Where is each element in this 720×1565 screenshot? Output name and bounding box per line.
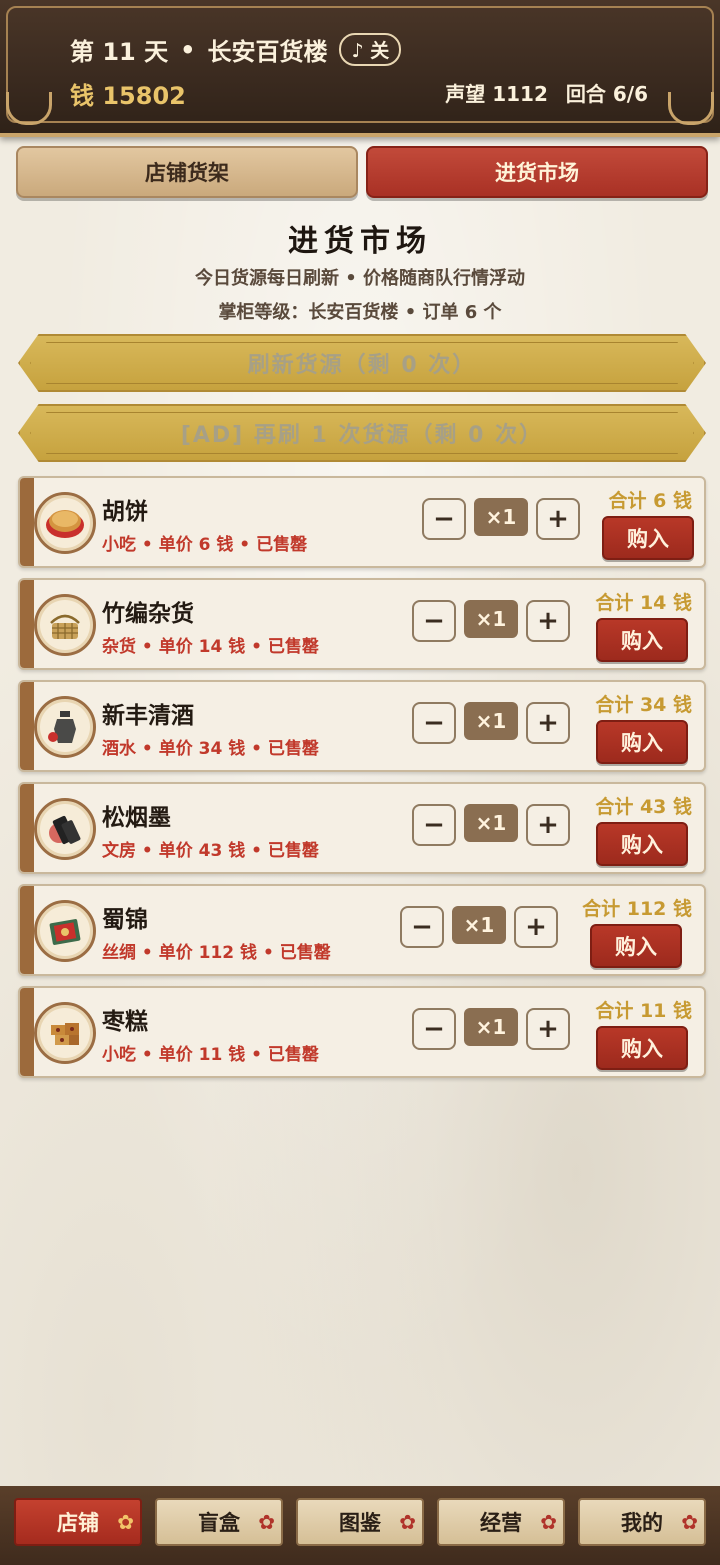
knot-icon: ✿: [117, 1510, 134, 1534]
button-inner-border: [30, 342, 694, 384]
item-meta: 小吃 • 单价 6 钱 • 已售罄: [102, 535, 308, 555]
quantity-stepper: − ×1 +: [412, 600, 570, 642]
button-inner-border: [30, 412, 694, 454]
item-total: 合计 11 钱: [595, 1000, 692, 1022]
increase-button[interactable]: +: [514, 906, 558, 948]
reputation-display: 声望 1112: [445, 82, 548, 106]
list-item: 蜀锦 丝绸 • 单价 112 钱 • 已售罄 − ×1 + 合计 112 钱 购…: [18, 884, 706, 976]
round-display: 回合 6/6: [565, 82, 648, 106]
quantity-value: ×1: [464, 1008, 518, 1046]
brocade-icon: [34, 900, 96, 962]
quantity-stepper: − ×1 +: [412, 804, 570, 846]
decrease-button[interactable]: −: [412, 1008, 456, 1050]
buy-button[interactable]: 购入: [596, 618, 688, 662]
market-subtitle-level: 掌柜等级：长安百货楼 • 订单 6 个: [218, 302, 502, 323]
buy-button[interactable]: 购入: [602, 516, 694, 560]
quantity-stepper: − ×1 +: [422, 498, 580, 540]
item-meta: 丝绸 • 单价 112 钱 • 已售罄: [102, 943, 331, 963]
nav-blind-box[interactable]: 盲盒 ✿: [155, 1498, 283, 1546]
quantity-value: ×1: [464, 804, 518, 842]
nav-label: 我的: [621, 1511, 663, 1535]
item-meta: 文房 • 单价 43 钱 • 已售罄: [102, 841, 319, 861]
bamboo-basket-icon: [34, 594, 96, 656]
nav-label: 盲盒: [198, 1511, 240, 1535]
increase-button[interactable]: +: [526, 804, 570, 846]
item-name: 新丰清酒: [102, 703, 194, 729]
ad-refresh-button[interactable]: [AD] 再刷 1 次货源（剩 0 次）: [18, 404, 706, 462]
item-total: 合计 112 钱: [582, 898, 692, 920]
bottom-navigation: 店铺 ✿ 盲盒 ✿ 图鉴 ✿ 经营 ✿ 我的 ✿: [0, 1486, 720, 1565]
quantity-value: ×1: [474, 498, 528, 536]
quantity-stepper: − ×1 +: [400, 906, 558, 948]
quantity-stepper: − ×1 +: [412, 1008, 570, 1050]
increase-button[interactable]: +: [526, 1008, 570, 1050]
refresh-goods-button[interactable]: 刷新货源（剩 0 次）: [18, 334, 706, 392]
list-item: 胡饼 小吃 • 单价 6 钱 • 已售罄 − ×1 + 合计 6 钱 购入: [18, 476, 706, 568]
day-and-shop: 第 11 天 • 长安百货楼 ♪ 关: [70, 32, 402, 67]
item-meta: 小吃 • 单价 11 钱 • 已售罄: [102, 1045, 319, 1065]
decrease-button[interactable]: −: [400, 906, 444, 948]
buy-button[interactable]: 购入: [596, 1026, 688, 1070]
knot-icon: ✿: [540, 1510, 557, 1534]
knot-icon: ✿: [681, 1510, 698, 1534]
item-name: 松烟墨: [102, 805, 171, 831]
tab-shop-shelf[interactable]: 店铺货架: [16, 146, 358, 198]
page-title: 进货市场: [288, 224, 432, 259]
item-total: 合计 34 钱: [595, 694, 692, 716]
buy-button[interactable]: 购入: [596, 822, 688, 866]
item-name: 胡饼: [102, 499, 148, 525]
item-meta: 酒水 • 单价 34 钱 • 已售罄: [102, 739, 319, 759]
list-item: 松烟墨 文房 • 单价 43 钱 • 已售罄 − ×1 + 合计 43 钱 购入: [18, 782, 706, 874]
flatbread-icon: [34, 492, 96, 554]
date-cake-icon: [34, 1002, 96, 1064]
top-status-bar: 第 11 天 • 长安百货楼 ♪ 关 钱 15802 声望 1112 回合 6/…: [0, 0, 720, 137]
increase-button[interactable]: +: [526, 702, 570, 744]
nav-label: 图鉴: [339, 1511, 381, 1535]
tab-market[interactable]: 进货市场: [366, 146, 708, 198]
music-toggle-button[interactable]: ♪ 关: [339, 33, 402, 66]
nav-profile[interactable]: 我的 ✿: [578, 1498, 706, 1546]
item-total: 合计 6 钱: [608, 490, 692, 512]
buy-button[interactable]: 购入: [596, 720, 688, 764]
quantity-stepper: − ×1 +: [412, 702, 570, 744]
item-name: 竹编杂货: [102, 601, 194, 627]
decrease-button[interactable]: −: [412, 804, 456, 846]
wine-jug-icon: [34, 696, 96, 758]
increase-button[interactable]: +: [526, 600, 570, 642]
nav-shop[interactable]: 店铺 ✿: [14, 1498, 142, 1546]
quantity-value: ×1: [464, 702, 518, 740]
decrease-button[interactable]: −: [422, 498, 466, 540]
quantity-value: ×1: [464, 600, 518, 638]
day-label: 第 11 天: [70, 38, 169, 66]
header-stats: 声望 1112 回合 6/6: [445, 78, 648, 107]
quantity-value: ×1: [452, 906, 506, 944]
decrease-button[interactable]: −: [412, 600, 456, 642]
nav-collection[interactable]: 图鉴 ✿: [296, 1498, 424, 1546]
item-total: 合计 43 钱: [595, 796, 692, 818]
ink-stick-icon: [34, 798, 96, 860]
money-display: 钱 15802: [70, 82, 186, 110]
item-name: 蜀锦: [102, 907, 148, 933]
decrease-button[interactable]: −: [412, 702, 456, 744]
item-total: 合计 14 钱: [595, 592, 692, 614]
nav-label: 经营: [480, 1511, 522, 1535]
increase-button[interactable]: +: [536, 498, 580, 540]
nav-business[interactable]: 经营 ✿: [437, 1498, 565, 1546]
buy-button[interactable]: 购入: [590, 924, 682, 968]
nav-label: 店铺: [57, 1511, 99, 1535]
item-name: 枣糕: [102, 1009, 148, 1035]
knot-icon: ✿: [399, 1510, 416, 1534]
list-item: 竹编杂货 杂货 • 单价 14 钱 • 已售罄 − ×1 + 合计 14 钱 购…: [18, 578, 706, 670]
list-item: 新丰清酒 酒水 • 单价 34 钱 • 已售罄 − ×1 + 合计 34 钱 购…: [18, 680, 706, 772]
item-meta: 杂货 • 单价 14 钱 • 已售罄: [102, 637, 319, 657]
separator-dot: •: [180, 35, 196, 64]
shop-name: 长安百货楼: [207, 38, 328, 66]
market-subtitle-refresh: 今日货源每日刷新 • 价格随商队行情浮动: [194, 268, 526, 289]
knot-icon: ✿: [258, 1510, 275, 1534]
header-corner-ornament-left: [6, 92, 52, 125]
list-item: 枣糕 小吃 • 单价 11 钱 • 已售罄 − ×1 + 合计 11 钱 购入: [18, 986, 706, 1078]
header-corner-ornament-right: [668, 92, 714, 125]
